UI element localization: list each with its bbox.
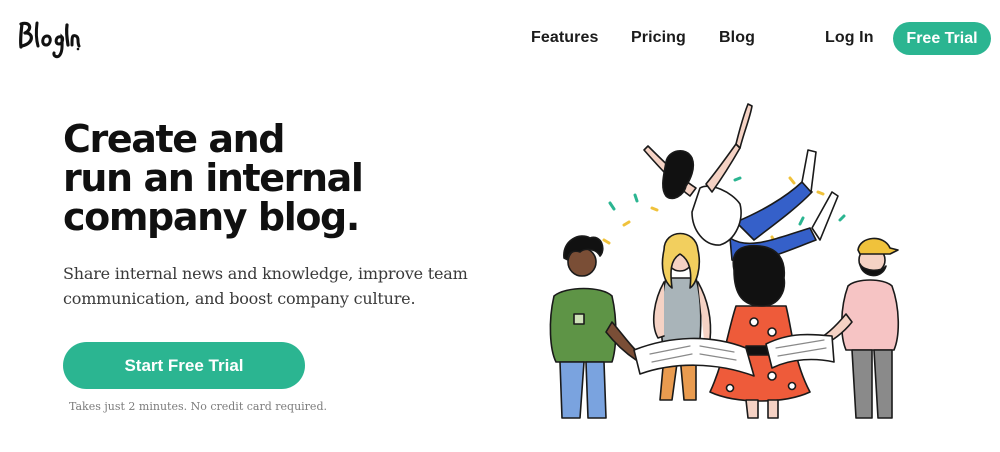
illustration-graphic bbox=[549, 103, 900, 419]
hero-title-line: run an internal bbox=[63, 156, 364, 200]
start-free-trial-button[interactable]: Start Free Trial bbox=[63, 342, 305, 389]
team-celebration-illustration bbox=[540, 100, 920, 425]
bloglin-logo-mark bbox=[18, 21, 81, 59]
hero-subtitle: Share internal news and knowledge, impro… bbox=[63, 262, 483, 311]
nav-link-blog[interactable]: Blog bbox=[719, 29, 755, 47]
hero-title: Create and run an internal company blog. bbox=[63, 120, 483, 237]
hero-title-line: company blog. bbox=[63, 195, 360, 239]
brand-logo[interactable] bbox=[16, 16, 82, 60]
hero-subtitle-line: communication, and boost company culture… bbox=[63, 288, 416, 308]
trial-note: Takes just 2 minutes. No credit card req… bbox=[69, 400, 327, 413]
login-link[interactable]: Log In bbox=[825, 29, 874, 47]
hero-title-line: Create and bbox=[63, 117, 286, 161]
nav-link-features[interactable]: Features bbox=[531, 29, 599, 47]
free-trial-button[interactable]: Free Trial bbox=[893, 22, 991, 55]
nav-link-pricing[interactable]: Pricing bbox=[631, 29, 686, 47]
hero-subtitle-line: Share internal news and knowledge, impro… bbox=[63, 264, 468, 283]
